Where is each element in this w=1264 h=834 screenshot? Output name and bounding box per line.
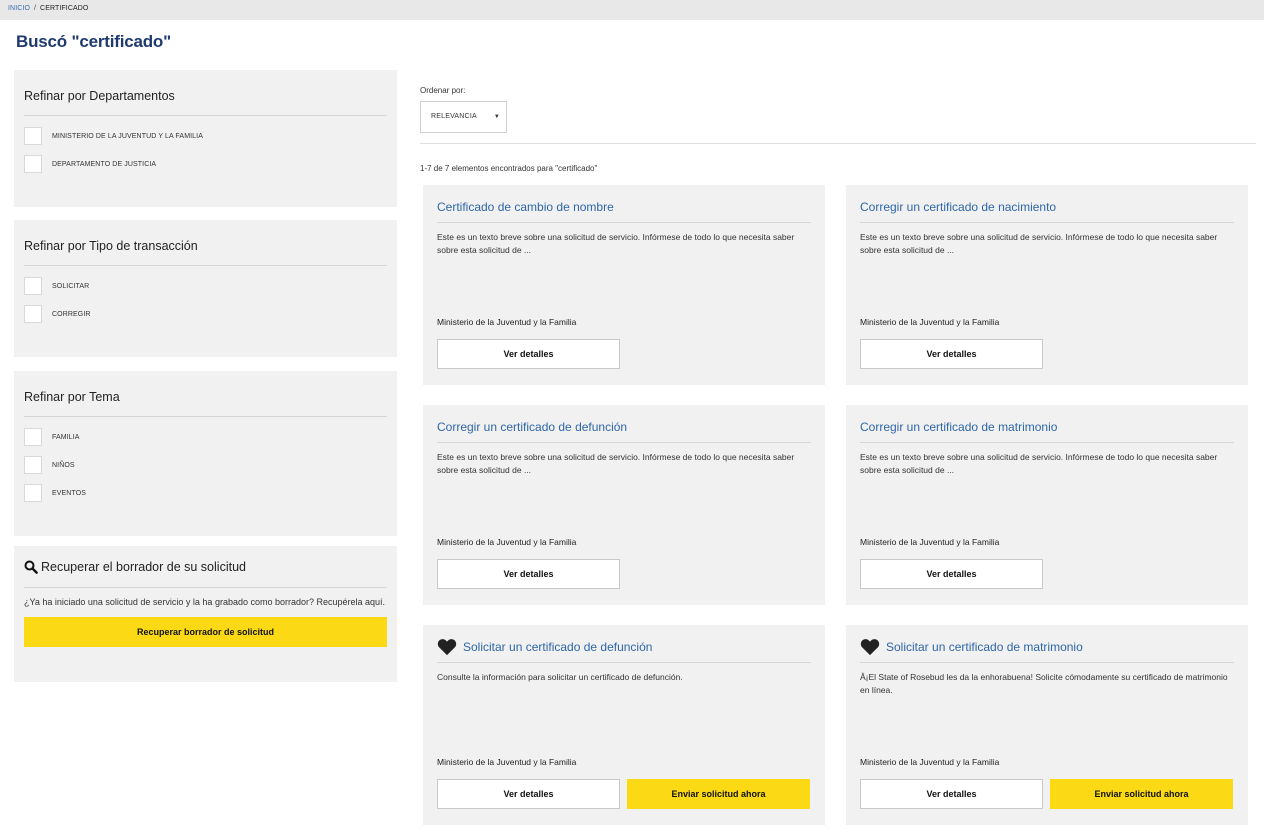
card-title-link[interactable]: Corregir un certificado de defunción — [437, 405, 811, 443]
checkbox[interactable] — [24, 428, 42, 446]
result-card: Corregir un certificado de defunción Est… — [423, 405, 825, 605]
card-department: Ministerio de la Juventud y la Familia — [860, 317, 1000, 327]
filter-panel-departamentos: Refinar por Departamentos MINISTERIO DE … — [14, 70, 397, 207]
draft-description: ¿Ya ha iniciado una solicitud de servici… — [24, 597, 386, 607]
filter-option-eventos[interactable]: EVENTOS — [24, 479, 387, 507]
caret-down-icon: ▼ — [493, 114, 500, 120]
sort-label: Ordenar por: — [420, 86, 466, 95]
card-description: Este es un texto breve sobre una solicit… — [860, 232, 1218, 255]
filter-option-familia[interactable]: FAMILIA — [24, 423, 387, 451]
checkbox[interactable] — [24, 484, 42, 502]
filter-option-label: NIÑOS — [52, 461, 75, 469]
card-title-link[interactable]: Certificado de cambio de nombre — [437, 185, 811, 223]
result-card: Solicitar un certificado de matrimonio Â… — [846, 625, 1248, 825]
filter-option-label: SOLICITAR — [52, 282, 90, 290]
result-card: Certificado de cambio de nombre Este es … — [423, 185, 825, 385]
checkbox[interactable] — [24, 277, 42, 295]
card-title-link[interactable]: Corregir un certificado de nacimiento — [860, 185, 1234, 223]
view-details-button[interactable]: Ver detalles — [437, 339, 620, 369]
checkbox[interactable] — [24, 127, 42, 145]
apply-now-button[interactable]: Enviar solicitud ahora — [1050, 779, 1233, 809]
card-description: Consulte la información para solicitar u… — [437, 672, 683, 682]
filter-option-justicia[interactable]: DEPARTAMENTO DE JUSTICIA — [24, 150, 387, 178]
search-icon — [24, 560, 38, 574]
checkbox[interactable] — [24, 155, 42, 173]
card-description: Este es un texto breve sobre una solicit… — [437, 452, 795, 475]
breadcrumb-separator: / — [34, 5, 37, 12]
recover-draft-button[interactable]: Recuperar borrador de solicitud — [24, 617, 387, 647]
filter-option-label: EVENTOS — [52, 489, 87, 497]
heart-icon[interactable] — [437, 638, 457, 656]
result-card: Corregir un certificado de nacimiento Es… — [846, 185, 1248, 385]
view-details-button[interactable]: Ver detalles — [437, 559, 620, 589]
filter-option-label: MINISTERIO DE LA JUVENTUD Y LA FAMILIA — [52, 132, 203, 140]
checkbox[interactable] — [24, 305, 42, 323]
card-title-link[interactable]: Corregir un certificado de matrimonio — [860, 405, 1234, 443]
divider — [420, 143, 1256, 144]
heart-icon[interactable] — [860, 638, 880, 656]
sort-select-value: RELEVANCIA — [431, 113, 477, 120]
breadcrumb-home-link[interactable]: INICIO — [8, 5, 30, 12]
view-details-button[interactable]: Ver detalles — [860, 779, 1043, 809]
card-title-row: Solicitar un certificado de matrimonio — [860, 625, 1234, 663]
card-department: Ministerio de la Juventud y la Familia — [437, 537, 577, 547]
filter-option-ministerio[interactable]: MINISTERIO DE LA JUVENTUD Y LA FAMILIA — [24, 122, 387, 150]
breadcrumb-current: CERTIFICADO — [40, 5, 89, 12]
view-details-button[interactable]: Ver detalles — [860, 559, 1043, 589]
card-department: Ministerio de la Juventud y la Familia — [860, 757, 1000, 767]
filter-option-solicitar[interactable]: SOLICITAR — [24, 272, 387, 300]
card-description: Este es un texto breve sobre una solicit… — [437, 232, 795, 255]
draft-title: Recuperar el borrador de su solicitud — [24, 546, 387, 588]
draft-title-text: Recuperar el borrador de su solicitud — [41, 559, 246, 574]
result-card: Corregir un certificado de matrimonio Es… — [846, 405, 1248, 605]
filter-option-label: CORREGIR — [52, 310, 91, 318]
filter-title-tipo-transaccion: Refinar por Tipo de transacción — [24, 220, 387, 266]
filter-option-ninos[interactable]: NIÑOS — [24, 451, 387, 479]
results-count: 1-7 de 7 elementos encontrados para "cer… — [420, 164, 598, 173]
card-description: Â¡El State of Rosebud les da la enhorabu… — [860, 672, 1228, 695]
view-details-button[interactable]: Ver detalles — [437, 779, 620, 809]
card-department: Ministerio de la Juventud y la Familia — [437, 317, 577, 327]
filter-option-label: FAMILIA — [52, 433, 80, 441]
checkbox[interactable] — [24, 456, 42, 474]
apply-now-button[interactable]: Enviar solicitud ahora — [627, 779, 810, 809]
filter-option-label: DEPARTAMENTO DE JUSTICIA — [52, 160, 157, 168]
filter-option-corregir[interactable]: CORREGIR — [24, 300, 387, 328]
page-title: Buscó "certificado" — [16, 32, 171, 51]
result-card: Solicitar un certificado de defunción Co… — [423, 625, 825, 825]
card-department: Ministerio de la Juventud y la Familia — [437, 757, 577, 767]
filter-title-departamentos: Refinar por Departamentos — [24, 70, 387, 116]
draft-panel: Recuperar el borrador de su solicitud ¿Y… — [14, 546, 397, 682]
card-title-row: Solicitar un certificado de defunción — [437, 625, 811, 663]
breadcrumb: INICIO / CERTIFICADO — [0, 0, 1264, 20]
view-details-button[interactable]: Ver detalles — [860, 339, 1043, 369]
card-department: Ministerio de la Juventud y la Familia — [860, 537, 1000, 547]
card-title-link[interactable]: Solicitar un certificado de defunción — [463, 640, 652, 654]
card-title-link[interactable]: Solicitar un certificado de matrimonio — [886, 640, 1083, 654]
card-description: Este es un texto breve sobre una solicit… — [860, 452, 1218, 475]
filter-panel-tema: Refinar por Tema FAMILIA NIÑOS EVENTOS — [14, 371, 397, 536]
filter-panel-tipo-transaccion: Refinar por Tipo de transacción SOLICITA… — [14, 220, 397, 357]
filter-title-tema: Refinar por Tema — [24, 371, 387, 417]
sort-select[interactable]: RELEVANCIA ▼ — [420, 101, 507, 133]
